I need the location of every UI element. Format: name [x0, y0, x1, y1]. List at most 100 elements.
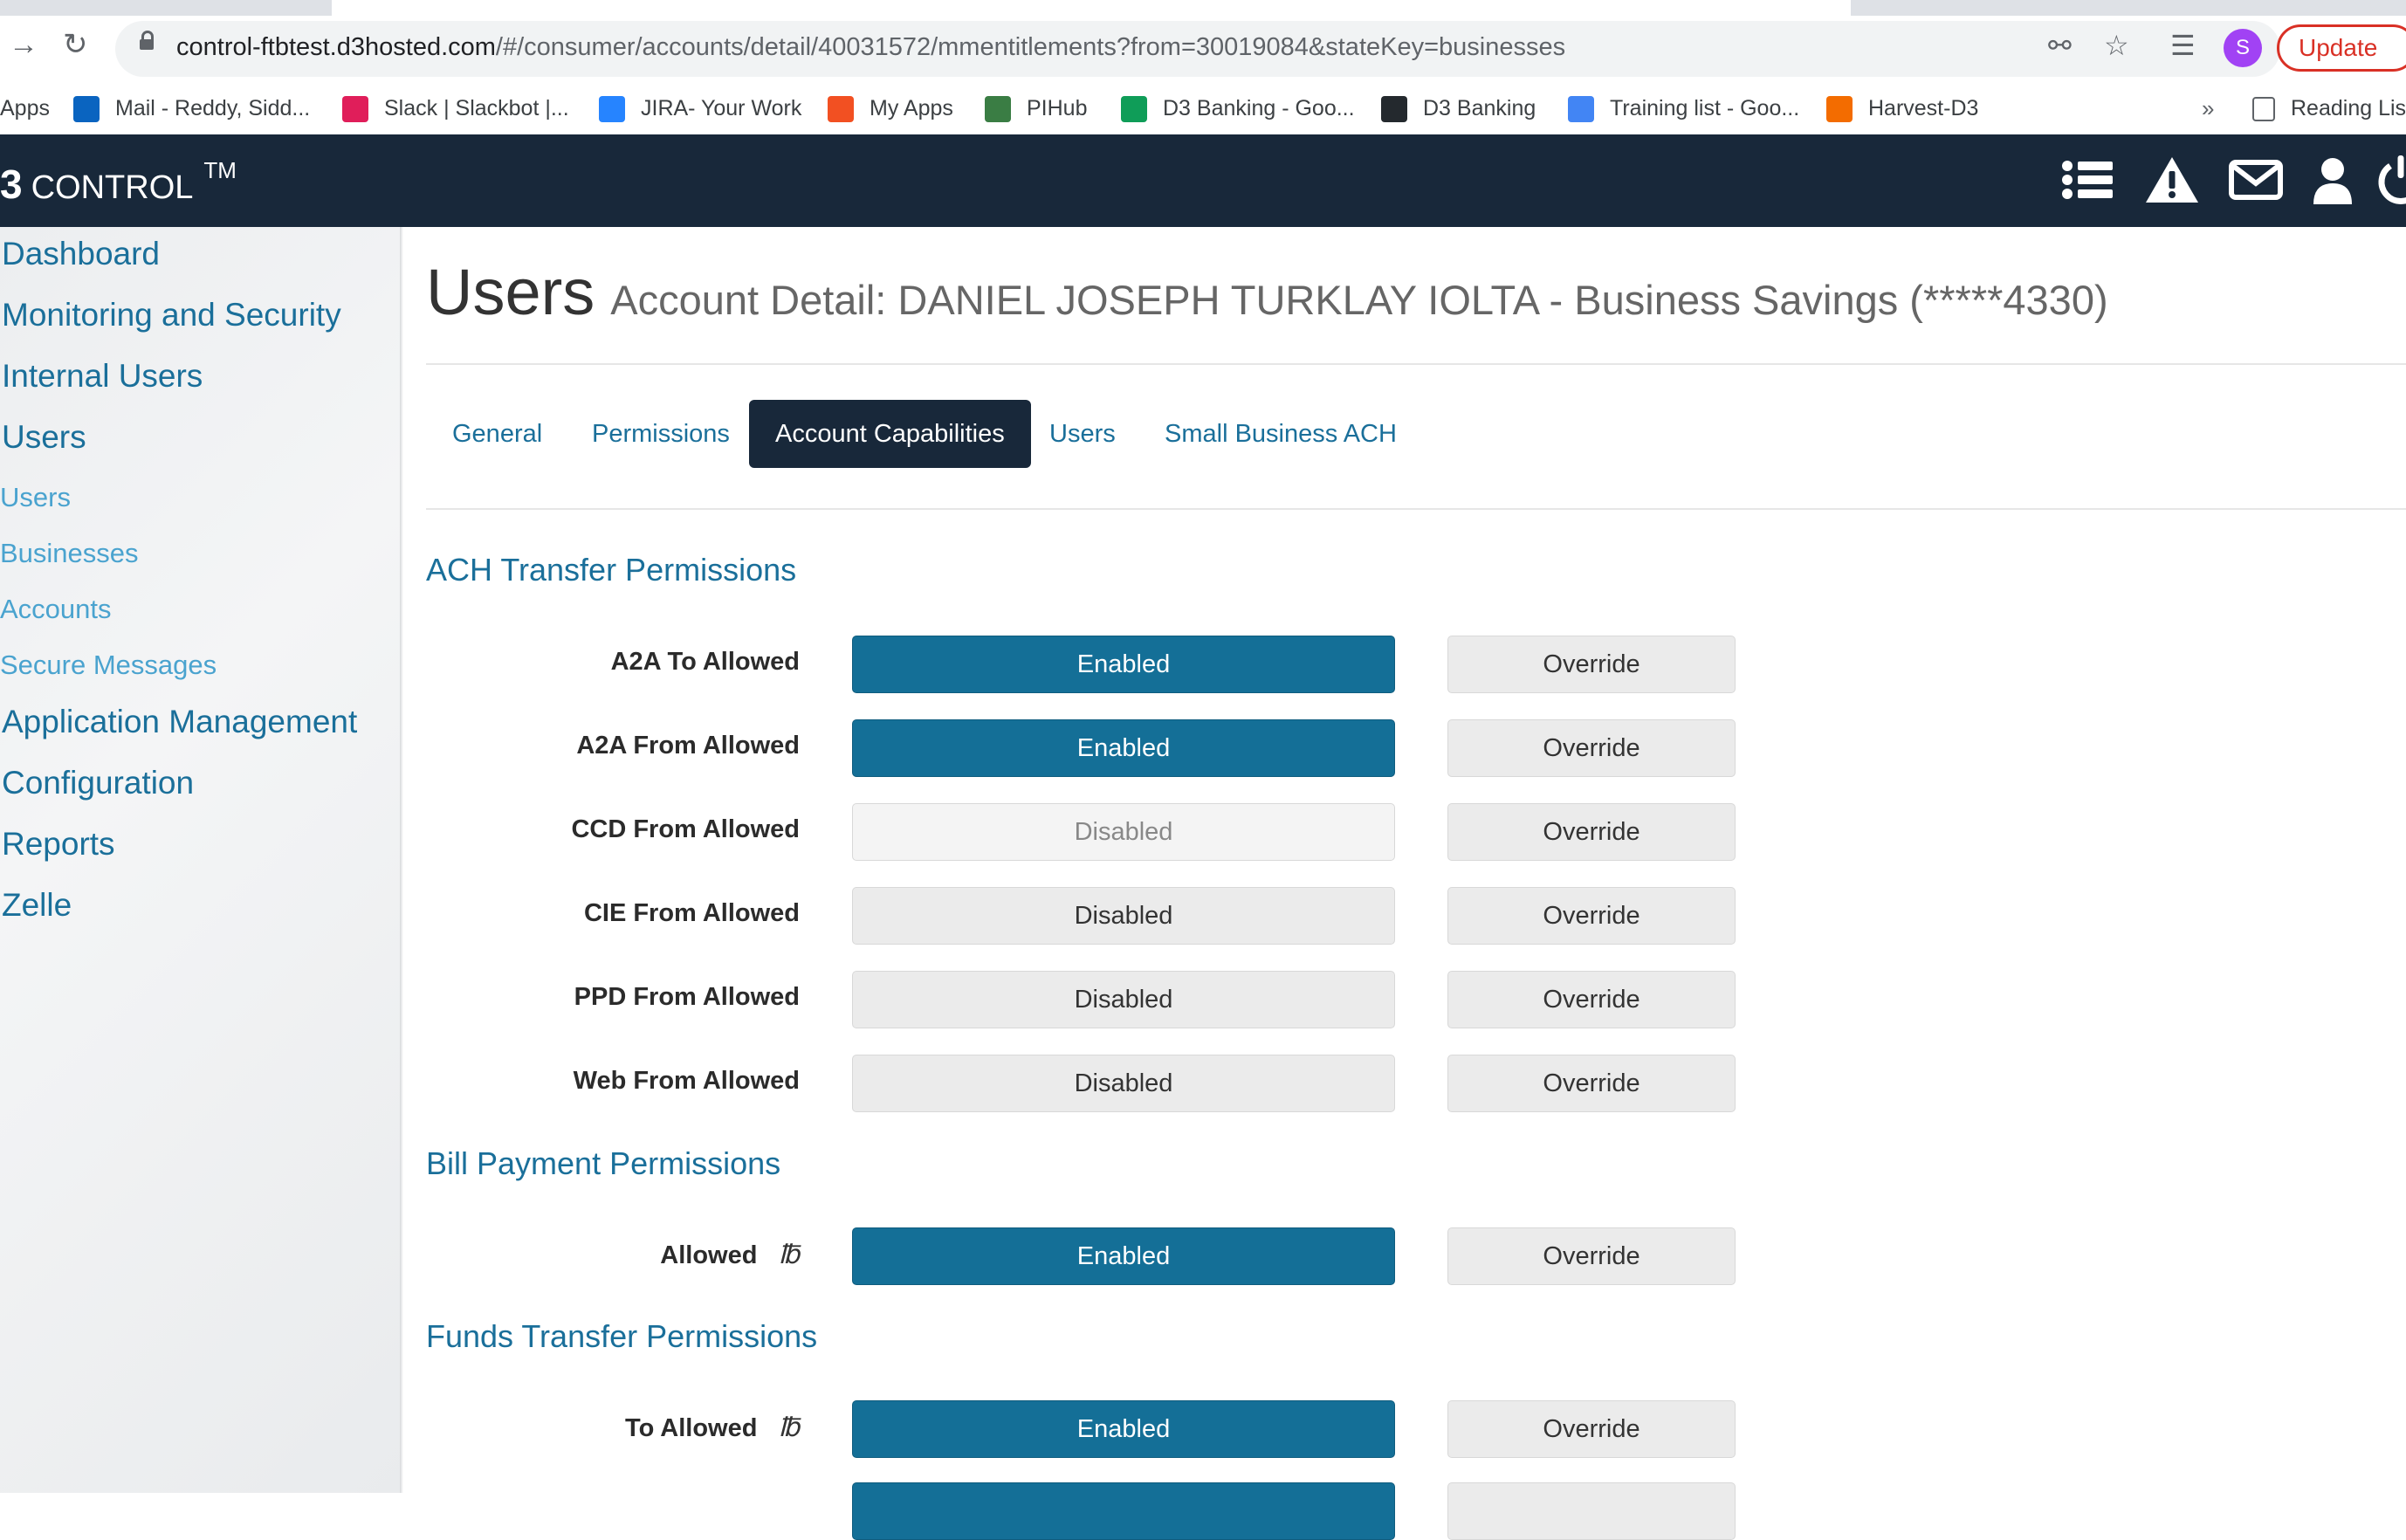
lock-icon[interactable]: [140, 31, 154, 50]
bookmark-label: Training list - Goo...: [1610, 96, 1800, 120]
permission-label: CIE From Allowed: [189, 899, 800, 928]
bookmark-item[interactable]: Slack | Slackbot |...: [342, 91, 569, 126]
bookmark-item[interactable]: Training list - Goo...: [1568, 91, 1799, 126]
override-button[interactable]: Override: [1447, 971, 1736, 1028]
sidebar-item-zelle[interactable]: Zelle: [2, 887, 72, 924]
reading-list-button[interactable]: Reading Lis: [2252, 91, 2406, 126]
bookmark-item[interactable]: Mail - Reddy, Sidd...: [73, 91, 310, 126]
bookmark-item[interactable]: D3 Banking: [1381, 91, 1536, 126]
section-heading: Bill Payment Permissions: [426, 1145, 781, 1181]
brand-name: CONTROL: [31, 169, 194, 206]
enabled-toggle[interactable]: Enabled: [852, 719, 1395, 777]
url-text[interactable]: control-ftbtest.d3hosted.com/#/consumer/…: [176, 33, 1565, 62]
disabled-toggle[interactable]: Disabled: [852, 803, 1395, 861]
info-icon[interactable]: ℔: [778, 1413, 800, 1443]
user-icon[interactable]: [2305, 154, 2361, 206]
permission-label: To Allowed ℔: [189, 1413, 800, 1443]
permission-label-text: CCD From Allowed: [571, 815, 800, 843]
brand-logo[interactable]: 3 CONTROL TM: [0, 157, 237, 208]
warning-icon[interactable]: [2144, 154, 2200, 206]
disabled-toggle[interactable]: Disabled: [852, 1055, 1395, 1112]
power-icon[interactable]: [2373, 154, 2406, 206]
sidebar-item-reports[interactable]: Reports: [2, 826, 115, 863]
sidebar-subitem-businesses[interactable]: Businesses: [0, 538, 139, 569]
permission-label-text: A2A From Allowed: [576, 732, 800, 760]
enabled-toggle[interactable]: Enabled: [852, 1400, 1395, 1458]
tabs-divider: [426, 508, 2406, 510]
bookmark-item[interactable]: PIHub: [985, 91, 1087, 126]
sidebar-item-dashboard[interactable]: Dashboard: [2, 236, 160, 272]
page-heading: Users Account Detail: DANIEL JOSEPH TURKL…: [426, 255, 2108, 329]
key-icon[interactable]: ⚯: [2048, 31, 2072, 59]
permission-label-text: A2A To Allowed: [610, 648, 800, 676]
url-path: /#/consumer/accounts/detail/40031572/mme…: [495, 33, 1566, 61]
sidebar-subitem-users[interactable]: Users: [0, 482, 71, 513]
override-button-partial[interactable]: [1447, 1482, 1736, 1540]
profile-avatar[interactable]: S: [2224, 29, 2262, 67]
browser-tab[interactable]: [332, 0, 1851, 16]
bookmark-label: Harvest-D3: [1868, 96, 1979, 120]
bookmark-favicon-icon: [828, 96, 854, 123]
override-button[interactable]: Override: [1447, 887, 1736, 945]
sidebar-item-users[interactable]: Users: [2, 419, 86, 456]
bookmark-label: JIRA- Your Work: [641, 96, 802, 120]
page-title: Users: [426, 256, 595, 328]
enabled-toggle[interactable]: Enabled: [852, 1227, 1395, 1285]
reading-list-label: Reading Lis: [2291, 96, 2406, 120]
permission-label: A2A To Allowed: [189, 648, 800, 677]
sidebar-subitem-secure-messages[interactable]: Secure Messages: [0, 650, 217, 681]
bookmark-item[interactable]: My Apps: [828, 91, 953, 126]
override-button[interactable]: Override: [1447, 636, 1736, 693]
override-button[interactable]: Override: [1447, 803, 1736, 861]
tab-account-capabilities[interactable]: Account Capabilities: [749, 400, 1031, 468]
list-icon[interactable]: [2060, 154, 2116, 206]
title-divider: [426, 363, 2406, 365]
disabled-toggle[interactable]: Disabled: [852, 971, 1395, 1028]
bookmark-item[interactable]: JIRA- Your Work: [599, 91, 801, 126]
bookmark-favicon-icon: [1121, 96, 1147, 123]
enabled-toggle[interactable]: Enabled: [852, 636, 1395, 693]
sidebar-item-internal-users[interactable]: Internal Users: [2, 358, 203, 395]
permission-label: Allowed ℔: [189, 1240, 800, 1270]
override-button[interactable]: Override: [1447, 1400, 1736, 1458]
bookmark-favicon-icon: [342, 96, 368, 123]
bookmarks-overflow-button[interactable]: »: [2202, 91, 2214, 126]
page-subtitle: Account Detail: DANIEL JOSEPH TURKLAY IO…: [610, 277, 2108, 323]
disabled-toggle[interactable]: Disabled: [852, 887, 1395, 945]
sidebar-subitem-accounts[interactable]: Accounts: [0, 594, 112, 625]
sidebar-item-configuration[interactable]: Configuration: [2, 765, 194, 801]
bookmark-item[interactable]: Apps: [0, 91, 50, 126]
bookmark-favicon-icon: [1568, 96, 1594, 123]
bookmark-favicon-icon: [1381, 96, 1407, 123]
tab-permissions[interactable]: Permissions: [566, 400, 756, 468]
permission-label-text: To Allowed: [625, 1414, 758, 1442]
bookmark-label: Slack | Slackbot |...: [384, 96, 569, 120]
tab-general[interactable]: General: [426, 400, 568, 468]
permission-label-text: Web From Allowed: [573, 1067, 800, 1095]
forward-icon[interactable]: →: [9, 30, 38, 59]
reload-icon[interactable]: ↻: [63, 30, 88, 59]
tab-users[interactable]: Users: [1023, 400, 1142, 468]
permission-label: CCD From Allowed: [189, 815, 800, 844]
brand-mark: 3: [0, 162, 23, 207]
bookmark-favicon-icon: [985, 96, 1011, 123]
bookmark-label: D3 Banking: [1423, 96, 1536, 120]
mail-icon[interactable]: [2228, 154, 2284, 206]
sidebar-item-monitoring-and-security[interactable]: Monitoring and Security: [2, 297, 341, 333]
bookmark-label: PIHub: [1027, 96, 1088, 120]
info-icon[interactable]: ℔: [778, 1240, 800, 1270]
permission-label: Web From Allowed: [189, 1067, 800, 1096]
bookmark-item[interactable]: Harvest-D3: [1826, 91, 1978, 126]
permission-label-text: Allowed: [660, 1241, 758, 1269]
bookmark-item[interactable]: D3 Banking - Goo...: [1121, 91, 1355, 126]
media-queue-icon[interactable]: ☰: [2170, 31, 2196, 59]
enabled-toggle-partial[interactable]: [852, 1482, 1395, 1540]
bookmark-label: My Apps: [870, 96, 953, 120]
update-button[interactable]: Update: [2277, 24, 2406, 72]
star-icon[interactable]: ☆: [2104, 31, 2129, 59]
override-button[interactable]: Override: [1447, 1227, 1736, 1285]
override-button[interactable]: Override: [1447, 1055, 1736, 1112]
override-button[interactable]: Override: [1447, 719, 1736, 777]
tab-small-business-ach[interactable]: Small Business ACH: [1138, 400, 1423, 468]
section-heading: Funds Transfer Permissions: [426, 1318, 818, 1354]
